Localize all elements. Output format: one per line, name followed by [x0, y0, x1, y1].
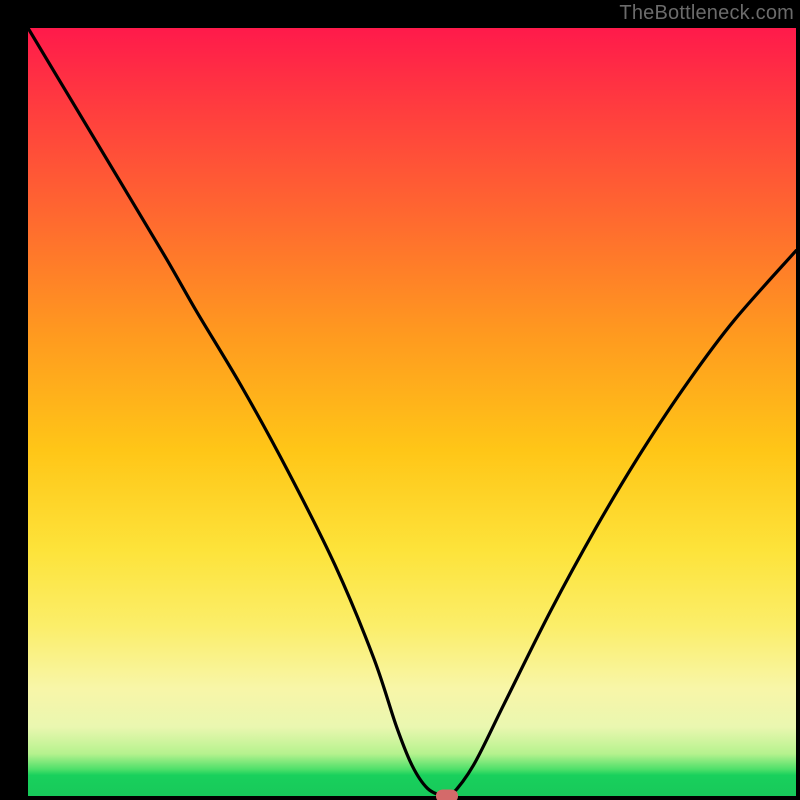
minimum-marker [436, 790, 458, 800]
chart-frame: TheBottleneck.com [0, 0, 800, 800]
watermark-text: TheBottleneck.com [619, 2, 794, 25]
plot-area [28, 28, 796, 796]
bottleneck-curve [28, 28, 796, 796]
